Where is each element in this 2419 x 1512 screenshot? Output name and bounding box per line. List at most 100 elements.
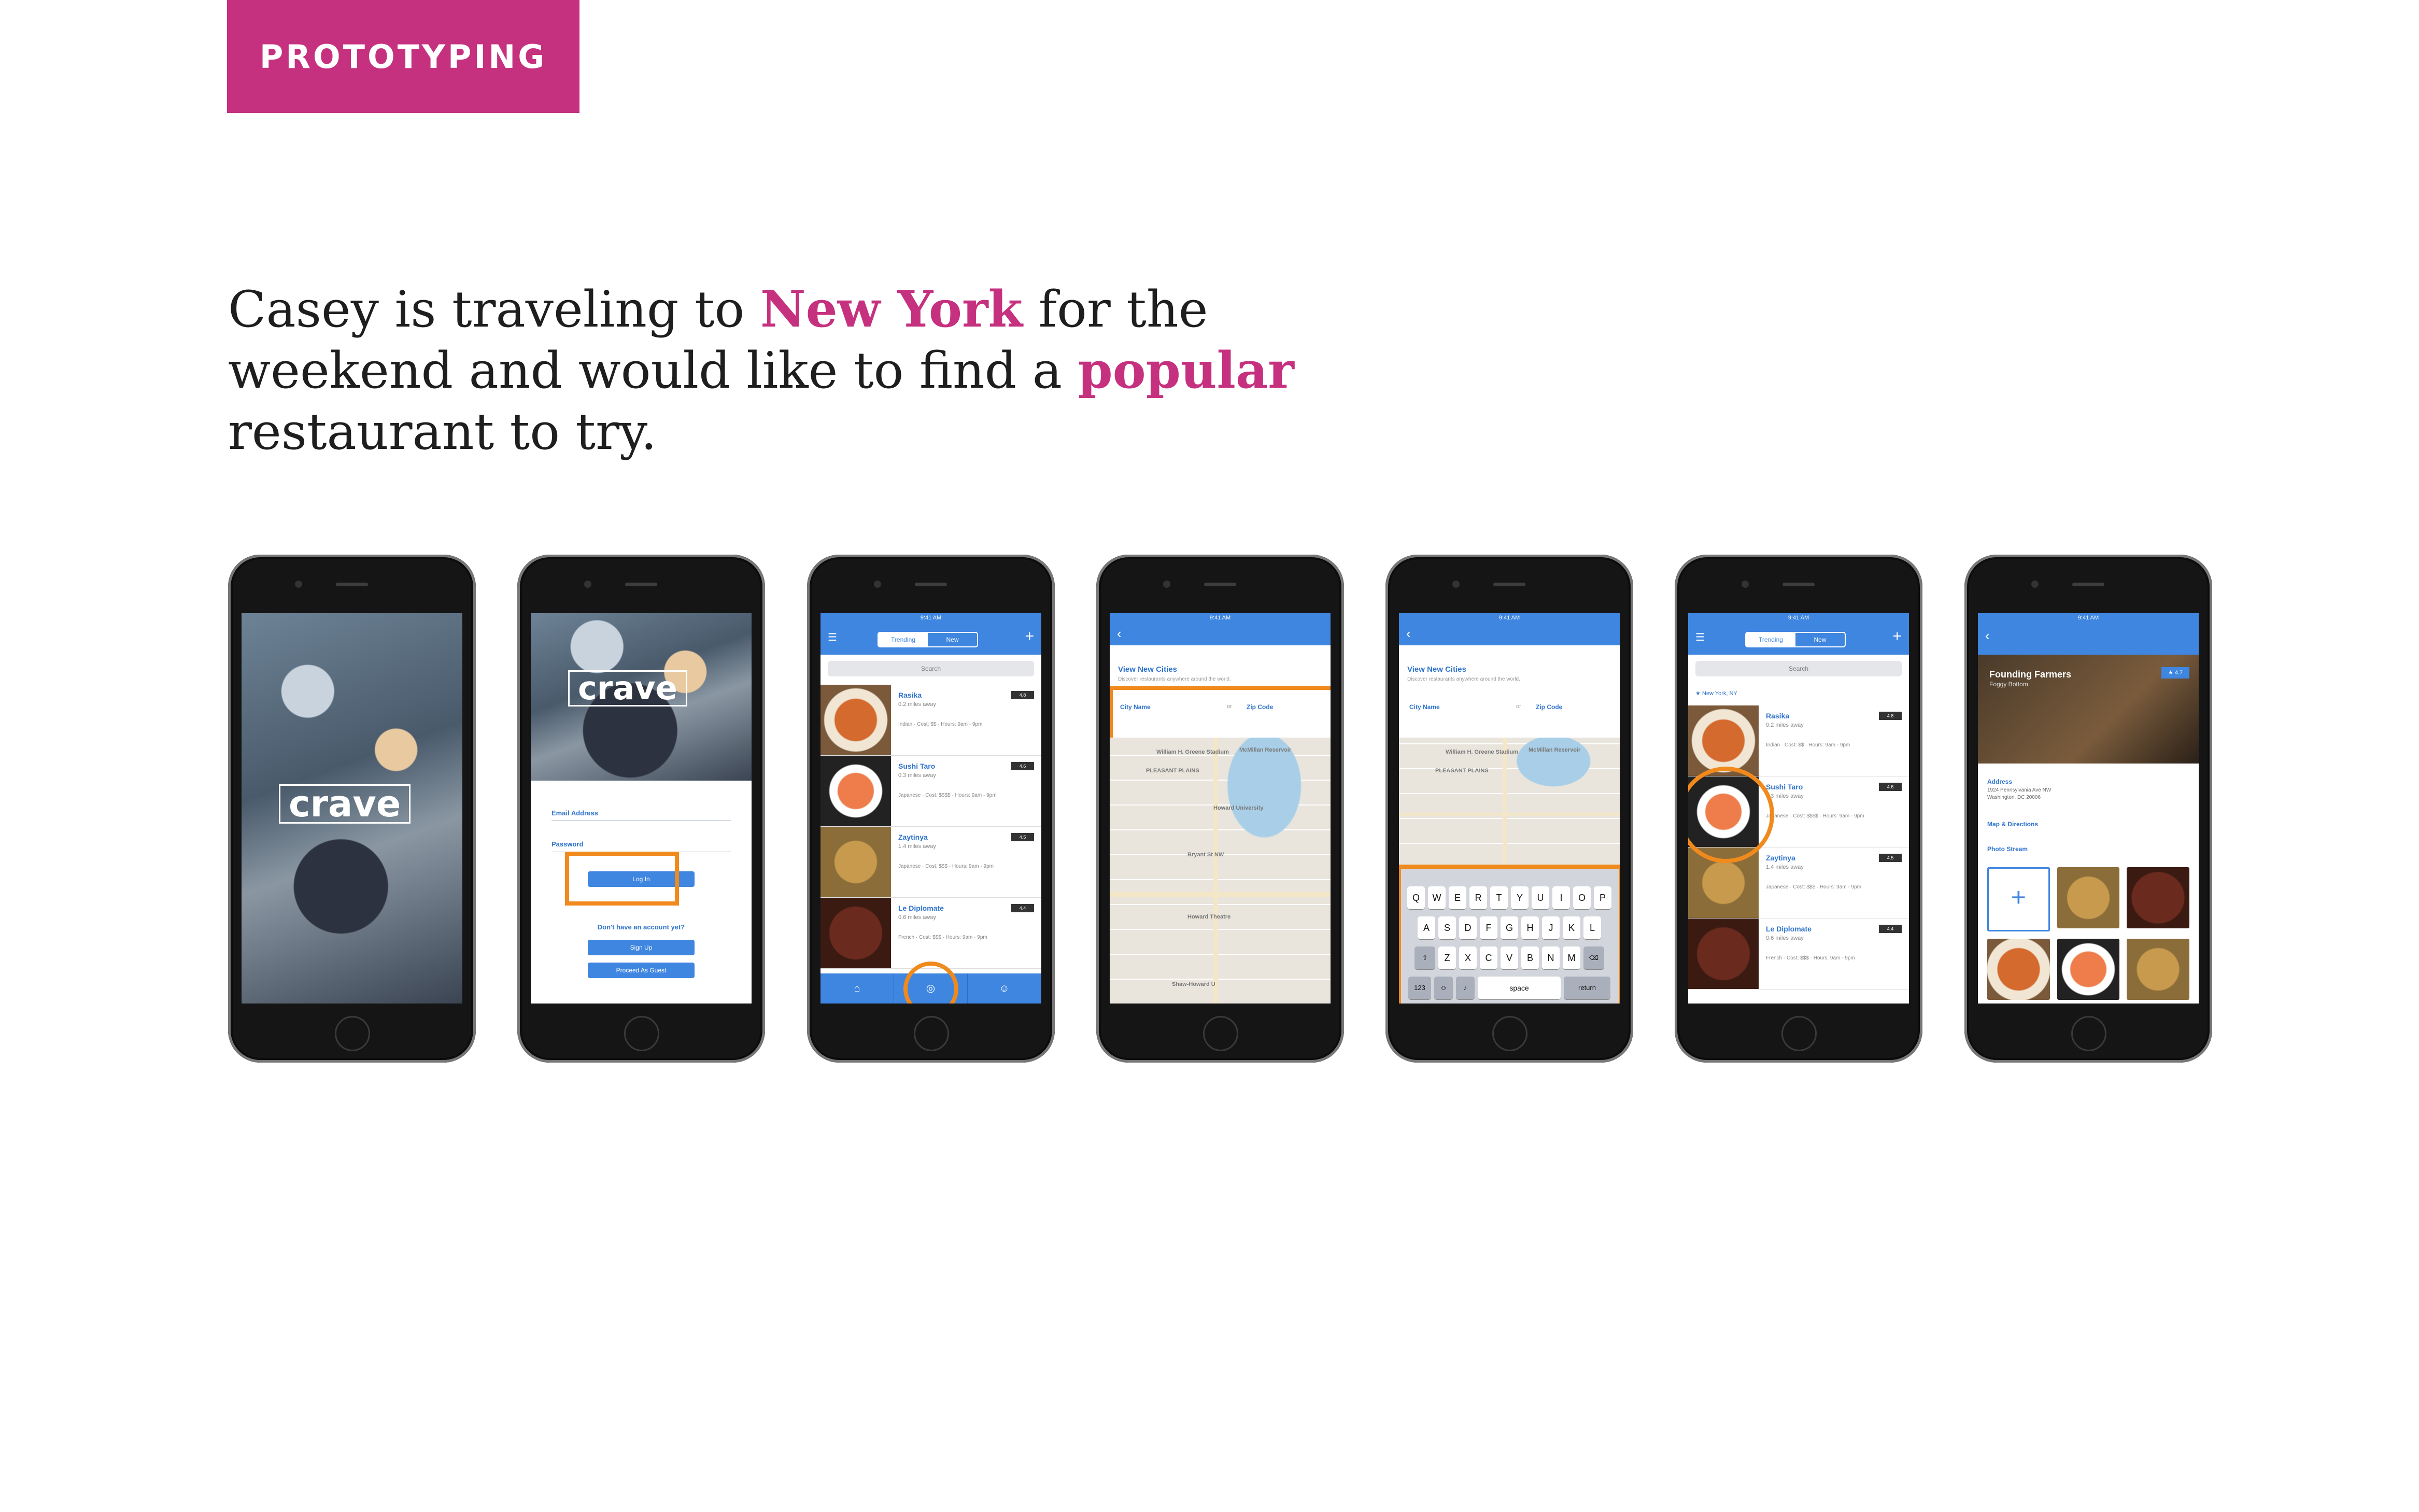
signup-button[interactable]: Sign Up <box>588 940 695 955</box>
camera <box>295 581 302 588</box>
home-button[interactable] <box>1203 1016 1238 1051</box>
trending-screen: 9:41 AM ☰ Trending New + Search Rasika 0.… <box>821 613 1041 1004</box>
home-icon[interactable]: ⌂ <box>821 973 894 1004</box>
map-label: Shaw-Howard U <box>1172 981 1215 987</box>
highlight-ring <box>565 852 679 906</box>
rating-badge: 4.5 <box>1879 854 1902 862</box>
highlight-ring <box>1110 686 1331 742</box>
photo-stream-label: Photo Stream <box>1987 845 2028 853</box>
crave-logo: crave <box>279 784 411 824</box>
list-item[interactable]: Sushi Taro 0.3 miles away Japanese · Cost:… <box>821 756 1041 827</box>
home-button[interactable] <box>1781 1016 1817 1051</box>
map-label: McMillan Reservoir <box>1239 747 1292 753</box>
tab-trending[interactable]: Trending <box>1746 633 1795 646</box>
add-icon[interactable]: + <box>1892 628 1902 645</box>
restaurant-info: Japanese · Cost: $$$ · Hours: 9am - 9pm <box>898 864 994 869</box>
home-button[interactable] <box>624 1016 659 1051</box>
restaurant-name: Rasika <box>1766 712 1790 720</box>
photo-thumbnail[interactable] <box>2127 939 2189 1000</box>
home-button[interactable] <box>2071 1016 2106 1051</box>
restaurant-area: Foggy Bottom <box>1989 681 2028 688</box>
rating-badge: 4.5 <box>1011 833 1034 841</box>
tab-new[interactable]: New <box>1795 633 1845 646</box>
section-tag: PROTOTYPING <box>227 0 579 113</box>
no-account-text: Don't have an account yet? <box>597 923 685 931</box>
map-directions-link[interactable]: Map & Directions <box>1987 821 2038 828</box>
photo-thumbnail[interactable] <box>2127 867 2189 928</box>
search-input[interactable]: Search <box>1695 661 1902 676</box>
intro-part3: restaurant to try. <box>228 403 657 461</box>
speaker <box>1493 583 1525 586</box>
speaker <box>1783 583 1815 586</box>
phone-cities: 9:41 AM ‹ View New Cities Discover resta… <box>1096 555 1344 1063</box>
city-map[interactable]: PLEASANT PLAINS William H. Greene Stadiu… <box>1399 738 1620 868</box>
address-line-1: 1924 Pennsylvania Ave NW <box>1987 787 2052 793</box>
status-bar: 9:41 AM <box>1688 613 1909 623</box>
phone-trending: 9:41 AM ☰ Trending New + Search Rasika 0.… <box>807 555 1055 1063</box>
intro-highlight-popular: popular <box>1078 341 1294 400</box>
cities-title: View New Cities <box>1118 665 1177 674</box>
home-button[interactable] <box>335 1016 370 1051</box>
photo-thumbnail[interactable] <box>2057 939 2120 1000</box>
detail-screen: 9:41 AM ‹ Founding Farmers Foggy Bottom … <box>1978 613 2199 1004</box>
location-chip[interactable]: ★ New York, NY <box>1695 690 1737 697</box>
back-icon[interactable]: ‹ <box>1985 628 1990 644</box>
list-item[interactable]: Le Diplomate 0.6 miles away French · Cost:… <box>821 898 1041 969</box>
filter-icon[interactable]: ☰ <box>1695 631 1705 644</box>
camera <box>1163 581 1170 588</box>
list-item[interactable]: Rasika 0.2 miles away Indian · Cost: $$ · … <box>1688 705 1909 776</box>
status-bar: 9:41 AM <box>821 613 1041 623</box>
add-photo-button[interactable]: + <box>1987 867 2050 931</box>
photo-grid: + <box>1987 867 2189 1000</box>
tab-new[interactable]: New <box>928 633 977 646</box>
location-chip-label: New York, NY <box>1702 690 1737 697</box>
rating-badge: 4.6 <box>1879 783 1902 791</box>
filter-icon[interactable]: ☰ <box>828 631 837 644</box>
or-label: or <box>1516 703 1521 710</box>
home-button[interactable] <box>914 1016 949 1051</box>
list-item[interactable]: Zaytinya 1.4 miles away Japanese · Cost: $… <box>821 827 1041 898</box>
restaurant-info: Japanese · Cost: $$$ · Hours: 9am - 9pm <box>1766 884 1861 890</box>
restaurant-title: Founding Farmers <box>1989 669 2072 680</box>
back-icon[interactable]: ‹ <box>1117 626 1122 642</box>
speaker <box>336 583 368 586</box>
list-item[interactable]: Rasika 0.2 miles away Indian · Cost: $$ · … <box>821 685 1041 756</box>
nav-bar: ☰ Trending New + <box>1688 623 1909 655</box>
score-value: 4.7 <box>2174 670 2183 676</box>
star-icon: ★ <box>2168 670 2175 676</box>
restaurant-info: Japanese · Cost: $$$$ · Hours: 9am - 9pm <box>1766 813 1864 819</box>
restaurant-info: Indian · Cost: $$ · Hours: 9am - 9pm <box>1766 742 1850 748</box>
search-input[interactable]: Search <box>828 661 1034 676</box>
add-icon[interactable]: + <box>1025 628 1034 645</box>
rating-badge: 4.8 <box>1879 712 1902 720</box>
speaker <box>2072 583 2104 586</box>
segmented-control: Trending New <box>1745 632 1846 647</box>
photo-thumbnail[interactable] <box>1987 939 2050 1000</box>
status-bar: 9:41 AM <box>1399 613 1620 623</box>
food-photo <box>821 827 891 897</box>
city-map[interactable]: PLEASANT PLAINS McMillan Reservoir Willi… <box>1110 738 1331 1004</box>
restaurant-name: Sushi Taro <box>898 762 936 770</box>
map-label: McMillan Reservoir <box>1529 747 1581 753</box>
profile-icon[interactable]: ☺ <box>968 973 1041 1004</box>
food-photo <box>821 756 891 826</box>
status-bar: 9:41 AM <box>1110 613 1331 623</box>
phone-detail: 9:41 AM ‹ Founding Farmers Foggy Bottom … <box>1964 555 2212 1063</box>
address-label: Address <box>1987 778 2013 785</box>
phone-splash: crave <box>228 555 476 1063</box>
photo-thumbnail[interactable] <box>2057 867 2120 928</box>
cities-screen: 9:41 AM ‹ View New Cities Discover resta… <box>1110 613 1331 1004</box>
list-item[interactable]: Le Diplomate 0.6 miles away French · Cost:… <box>1688 918 1909 990</box>
map-label: William H. Greene Stadium <box>1446 749 1518 755</box>
city-name-field[interactable]: City Name <box>1409 703 1440 711</box>
tab-trending[interactable]: Trending <box>879 633 928 646</box>
rating-badge: 4.4 <box>1011 904 1034 912</box>
zip-code-field[interactable]: Zip Code <box>1536 703 1562 711</box>
cities-title: View New Cities <box>1407 665 1466 674</box>
guest-button[interactable]: Proceed As Guest <box>588 963 695 978</box>
back-icon[interactable]: ‹ <box>1406 626 1411 642</box>
home-button[interactable] <box>1492 1016 1527 1051</box>
rating-badge: 4.6 <box>1011 762 1034 770</box>
highlight-ring <box>1399 865 1620 1004</box>
restaurant-distance: 0.2 miles away <box>1766 722 1804 728</box>
